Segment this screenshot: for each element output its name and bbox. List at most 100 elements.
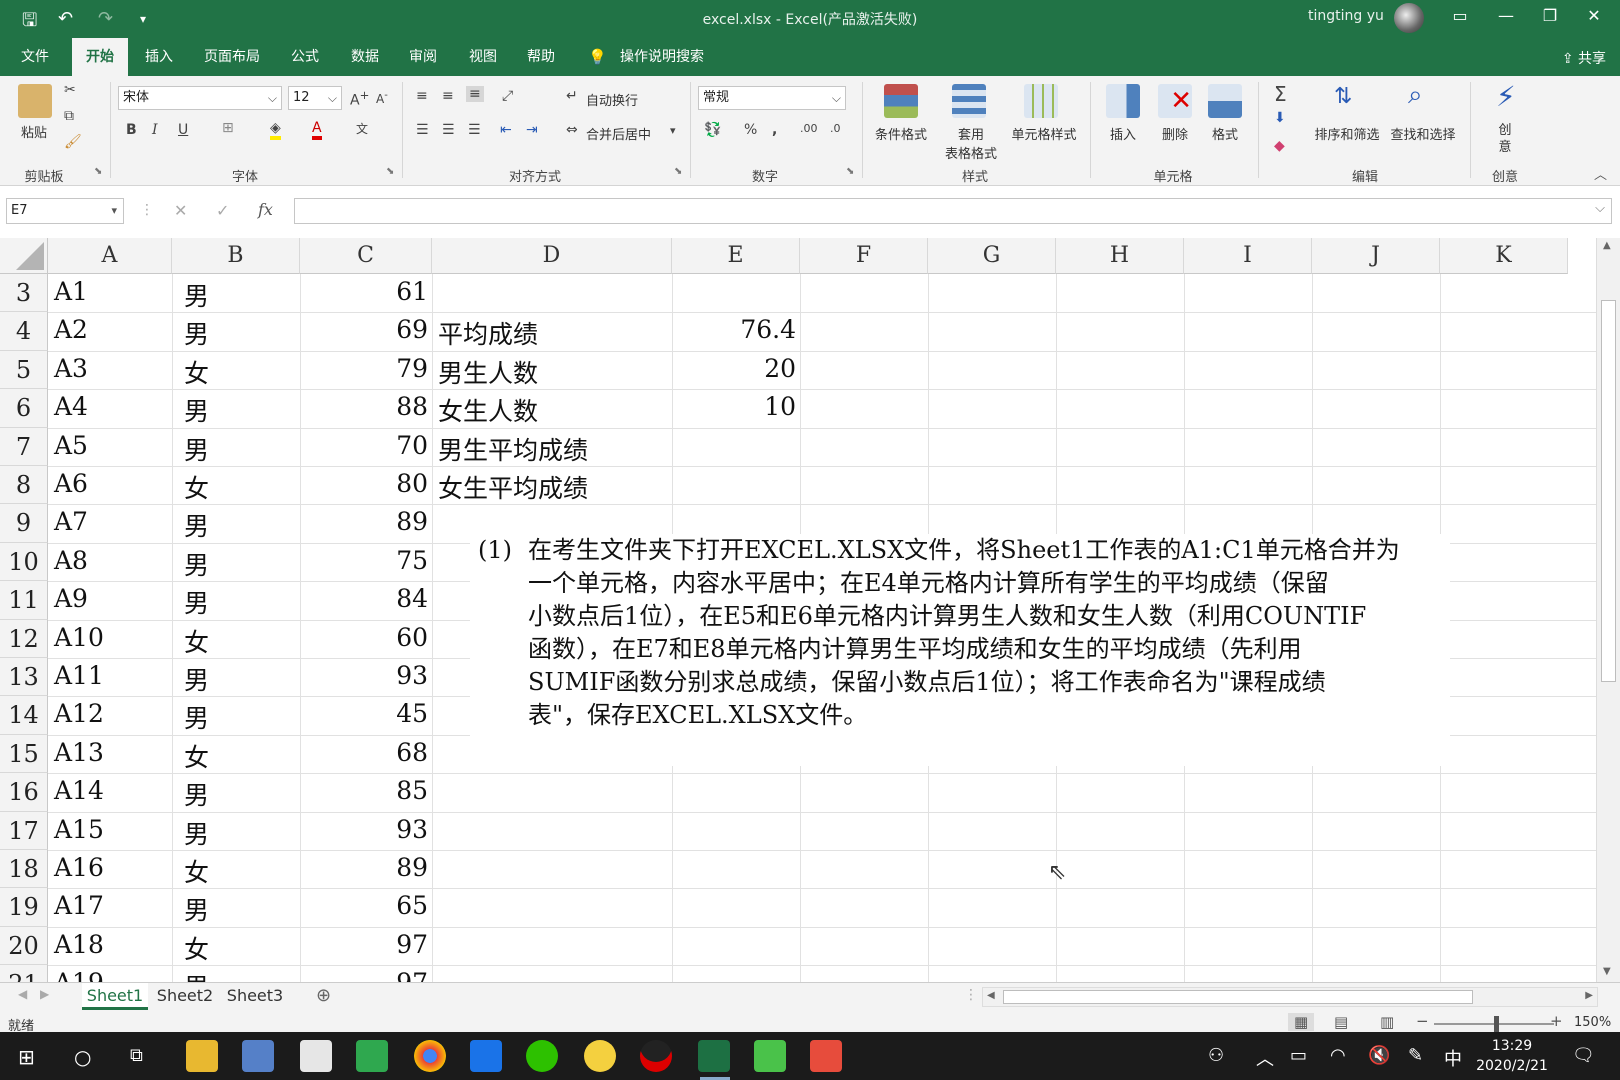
paste-icon[interactable] — [18, 84, 52, 118]
delete-cells-button[interactable]: 删除 — [1152, 124, 1198, 143]
tab-view[interactable]: 视图 — [460, 38, 506, 76]
cell-styles-button[interactable]: 单元格样式 — [1006, 124, 1082, 143]
format-cells-button[interactable]: 格式 — [1202, 124, 1248, 143]
instruction-textbox[interactable]: (1) 在考生文件夹下打开EXCEL.XLSX文件，将Sheet1工作表的A1:… — [470, 534, 1450, 766]
cell-C19[interactable]: 65 — [300, 891, 428, 920]
insert-cells-button[interactable]: 插入 — [1100, 124, 1146, 143]
fill-color-icon[interactable]: ◈ — [270, 120, 281, 140]
scroll-down-icon[interactable]: ▼ — [1603, 966, 1611, 977]
expand-formula-icon[interactable]: ⌵ — [1595, 201, 1605, 216]
app-icon[interactable] — [242, 1040, 274, 1072]
minimize-icon[interactable]: — — [1486, 6, 1526, 25]
cell-D8[interactable]: 女生平均成绩 — [438, 469, 668, 505]
alignment-launcher-icon[interactable]: ⬊ — [674, 166, 682, 177]
cell-A3[interactable]: A1 — [54, 277, 164, 306]
scroll-left-icon[interactable]: ◀ — [987, 990, 995, 1001]
cell-B14[interactable]: 男 — [184, 699, 294, 735]
font-size-select[interactable]: 12 ⌵ — [288, 86, 342, 110]
cell-styles-icon[interactable] — [1024, 84, 1058, 118]
align-bottom-icon[interactable]: ≡ — [466, 86, 484, 102]
merge-center-button[interactable]: 合并后居中 — [586, 124, 651, 143]
cell-C6[interactable]: 88 — [300, 392, 428, 421]
zoom-level[interactable]: 150% — [1574, 1015, 1611, 1030]
tab-data[interactable]: 数据 — [342, 38, 388, 76]
format-as-table-icon[interactable] — [952, 84, 986, 118]
column-header[interactable]: B — [172, 238, 300, 274]
cell-C12[interactable]: 60 — [300, 623, 428, 652]
cell-A4[interactable]: A2 — [54, 315, 164, 344]
ribbon-display-icon[interactable]: ▭ — [1440, 6, 1480, 25]
number-launcher-icon[interactable]: ⬊ — [846, 166, 854, 177]
conditional-format-button[interactable]: 条件格式 — [866, 124, 936, 143]
autosum-icon[interactable]: Σ — [1274, 82, 1287, 106]
avatar[interactable] — [1394, 3, 1424, 33]
clipboard-launcher-icon[interactable]: ⬊ — [94, 166, 102, 177]
qq-icon[interactable] — [640, 1040, 672, 1072]
format-cells-icon[interactable] — [1208, 84, 1242, 118]
cell-B10[interactable]: 男 — [184, 546, 294, 582]
number-format-select[interactable]: 常规 ⌵ — [698, 86, 846, 110]
cell-C17[interactable]: 93 — [300, 815, 428, 844]
tab-review[interactable]: 审阅 — [400, 38, 446, 76]
column-header[interactable]: H — [1056, 238, 1184, 274]
cancel-icon[interactable]: ✕ — [174, 201, 187, 220]
restore-icon[interactable]: ❐ — [1530, 6, 1570, 25]
cell-A7[interactable]: A5 — [54, 431, 164, 460]
notifications-icon[interactable]: 🗨 — [1572, 1045, 1595, 1066]
decrease-decimal-icon[interactable]: .0 — [830, 122, 841, 135]
row-header[interactable]: 13 — [0, 658, 48, 697]
format-as-table-button[interactable]: 套用 表格格式 — [936, 124, 1006, 162]
row-header[interactable]: 6 — [0, 389, 48, 428]
row-header[interactable]: 7 — [0, 427, 48, 466]
row-header[interactable]: 19 — [0, 888, 48, 927]
formula-input[interactable]: ⌵ — [294, 198, 1612, 224]
cell-B12[interactable]: 女 — [184, 623, 294, 659]
column-header[interactable]: A — [48, 238, 172, 274]
select-all-corner[interactable] — [0, 238, 48, 274]
row-header[interactable]: 9 — [0, 504, 48, 543]
increase-font-icon[interactable]: A+ — [350, 88, 369, 109]
pen-icon[interactable]: ✎ — [1408, 1045, 1423, 1066]
app-icon[interactable] — [470, 1040, 502, 1072]
phonetic-icon[interactable]: 文 — [356, 120, 368, 137]
row-header[interactable]: 15 — [0, 734, 48, 774]
user-name[interactable]: tingting yu — [1308, 8, 1384, 24]
cell-D6[interactable]: 女生人数 — [438, 392, 668, 428]
sheet-tab-2[interactable]: Sheet2 — [152, 983, 218, 1010]
row-header[interactable]: 16 — [0, 773, 48, 812]
wifi-icon[interactable]: ◠ — [1330, 1045, 1346, 1066]
find-select-button[interactable]: 查找和选择 — [1386, 124, 1460, 143]
insert-cells-icon[interactable] — [1106, 84, 1140, 118]
app-icon[interactable] — [356, 1040, 388, 1072]
copy-icon[interactable]: ⧉ — [64, 108, 74, 124]
tab-insert[interactable]: 插入 — [136, 38, 182, 76]
sort-filter-button[interactable]: 排序和筛选 — [1310, 124, 1384, 143]
cell-D5[interactable]: 男生人数 — [438, 354, 668, 390]
cell-B3[interactable]: 男 — [184, 277, 294, 313]
cell-C13[interactable]: 93 — [300, 661, 428, 690]
cell-B16[interactable]: 男 — [184, 776, 294, 812]
comma-style-icon[interactable]: , — [772, 122, 777, 138]
worksheet-grid[interactable]: ABCDEFGHIJK 3 A1 男 61 4 A2 男 69 平均成绩 76.4 5 A3 女 79 男生… — [0, 238, 1596, 982]
cell-C9[interactable]: 89 — [300, 507, 428, 536]
creative-button[interactable]: 创意 — [1490, 122, 1520, 156]
increase-indent-icon[interactable]: ⇥ — [526, 122, 538, 138]
cell-A11[interactable]: A9 — [54, 584, 164, 613]
cell-B15[interactable]: 女 — [184, 738, 294, 774]
cell-C21[interactable]: 97 — [300, 968, 428, 982]
ime-indicator[interactable]: 中 — [1444, 1045, 1462, 1071]
bold-icon[interactable]: B — [126, 122, 137, 138]
wechat-icon[interactable] — [526, 1040, 558, 1072]
row-header[interactable]: 14 — [0, 696, 48, 735]
cell-C14[interactable]: 45 — [300, 699, 428, 728]
align-left-icon[interactable]: ☰ — [416, 122, 429, 138]
sort-filter-icon[interactable]: ⇅ — [1334, 84, 1352, 109]
tab-formulas[interactable]: 公式 — [282, 38, 328, 76]
borders-icon[interactable]: ⊞ — [222, 120, 234, 136]
row-header[interactable]: 17 — [0, 811, 48, 850]
cell-A10[interactable]: A8 — [54, 546, 164, 575]
find-select-icon[interactable]: ⌕ — [1408, 80, 1423, 111]
cell-A8[interactable]: A6 — [54, 469, 164, 498]
cell-C7[interactable]: 70 — [300, 431, 428, 460]
increase-decimal-icon[interactable]: .00 — [800, 122, 818, 135]
